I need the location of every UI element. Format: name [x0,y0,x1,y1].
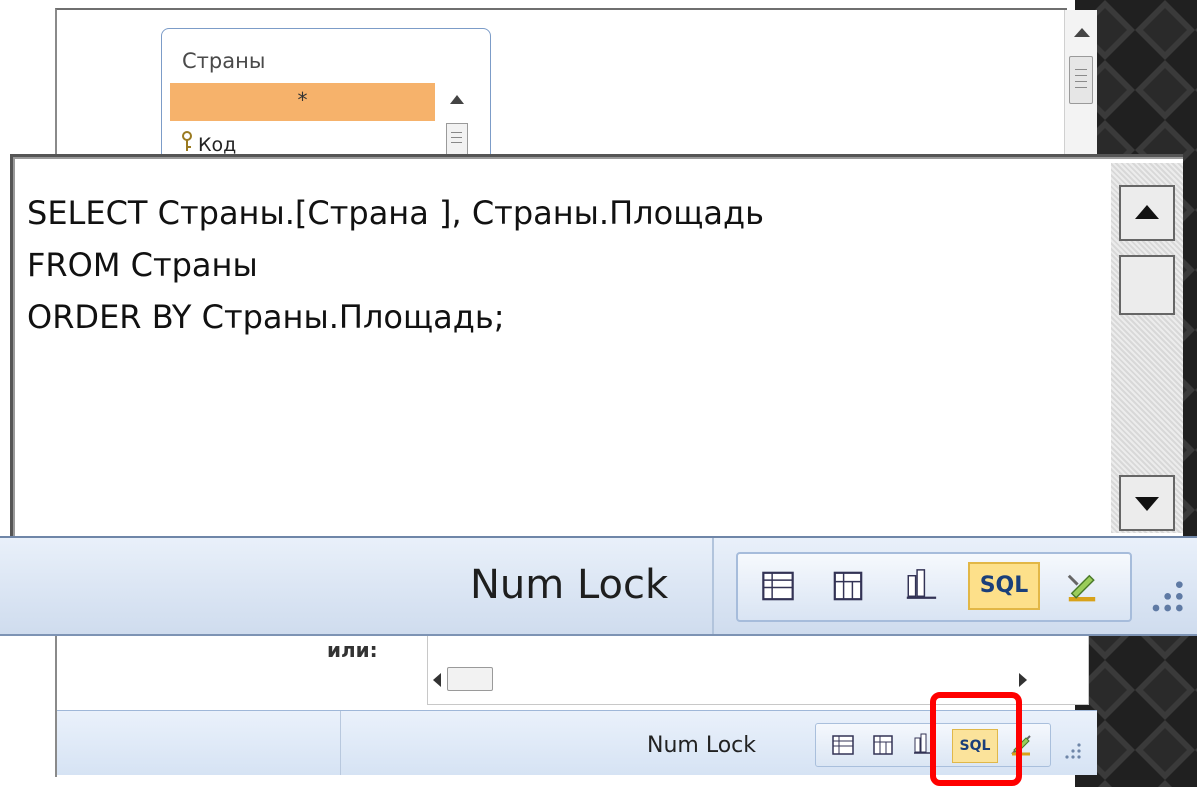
sql-vertical-scrollbar[interactable] [1111,163,1183,533]
datasheet-view-icon[interactable] [756,564,800,608]
num-lock-indicator: Num Lock [470,562,669,608]
grid-horizontal-scrollbar[interactable] [431,665,1031,693]
sql-query-text[interactable]: SELECT Страны.[Страна ], Страны.Площадь … [27,187,764,343]
scroll-up-button[interactable] [1119,185,1175,241]
table-title: Страны [182,49,266,73]
scroll-thumb[interactable] [447,667,493,691]
sql-view-highlight [930,692,1022,786]
sql-editor[interactable]: SELECT Страны.[Страна ], Страны.Площадь … [10,154,1183,540]
datasheet-view-icon[interactable] [828,730,858,760]
scroll-thumb[interactable] [1069,56,1093,104]
key-icon [182,131,192,151]
scroll-left-icon[interactable] [433,673,441,687]
status-bar-zoomed: Num Lock SQL [0,536,1197,636]
pivot-chart-view-icon[interactable] [898,564,942,608]
num-lock-indicator: Num Lock [647,733,756,758]
scroll-down-icon [1135,497,1159,511]
resize-grip-icon[interactable] [1059,741,1083,765]
scroll-thumb[interactable] [446,123,468,155]
resize-grip-icon[interactable] [1146,578,1186,618]
scroll-up-icon[interactable] [1074,28,1090,37]
scroll-right-icon[interactable] [1019,673,1027,687]
sql-line: FROM Страны [27,246,258,284]
scroll-thumb[interactable] [1119,255,1175,315]
criteria-or-label: или: [327,638,378,662]
pivot-table-view-icon[interactable] [826,564,870,608]
all-fields-row[interactable]: * [170,83,435,121]
field-list-scrollbar[interactable] [444,83,470,163]
scroll-up-icon[interactable] [450,95,464,104]
view-switcher: SQL [736,552,1132,622]
design-view-icon[interactable] [1060,564,1104,608]
scroll-up-icon [1135,205,1159,219]
sql-view-zoom: SELECT Страны.[Страна ], Страны.Площадь … [0,152,1197,636]
status-divider [340,711,341,775]
sql-line: SELECT Страны.[Страна ], Страны.Площадь [27,194,764,232]
scroll-down-button[interactable] [1119,475,1175,531]
sql-line: ORDER BY Страны.Площадь; [27,298,505,336]
status-divider [712,538,714,634]
pivot-table-view-icon[interactable] [868,730,898,760]
sql-view-button[interactable]: SQL [968,562,1040,610]
